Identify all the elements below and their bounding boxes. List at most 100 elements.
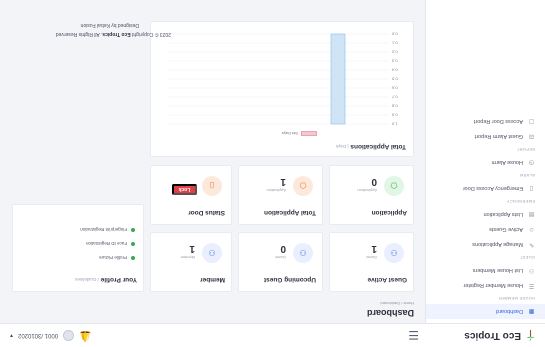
lock-button[interactable]: Lock	[172, 184, 197, 195]
sidebar-item-label: House Member Register	[463, 282, 523, 289]
sidebar-item-dashboard[interactable]: ▦ Dashboard	[426, 304, 545, 319]
page-title: Dashboard	[366, 308, 414, 318]
people-icon: ⚇	[202, 243, 222, 263]
total-application-card: Total Application ⬠ Application 1	[238, 165, 323, 225]
sidebar-item-active-guests[interactable]: ☺ Active Guests	[426, 222, 545, 237]
stat-value: 0	[280, 243, 286, 254]
y-tick-label: 0.7	[391, 95, 397, 100]
document-icon: ▤	[528, 211, 535, 217]
footer-copyright: 2023 © Copyright Eco Tropics. All Rights…	[56, 31, 171, 37]
sidebar-item-label: House Alarm	[491, 159, 524, 166]
sidebar-item-house-alarm[interactable]: ◷ House Alarm	[426, 155, 545, 170]
sidebar-item-label: Emergency Access Door	[462, 185, 523, 192]
menu-toggle-icon[interactable]: ☰	[408, 329, 419, 343]
people-icon: ⚇	[293, 243, 313, 263]
profile-subtitle: / Guidelines	[75, 277, 99, 282]
sidebar-item-label: Active Guests	[489, 226, 523, 233]
y-tick-label: 0.5	[391, 77, 397, 82]
copyright-suffix: . All Rights Reserved	[55, 31, 103, 37]
list-item[interactable]: Face ID Registration	[80, 237, 135, 251]
sidebar-item-house-member-register[interactable]: ☰ House Member Register	[426, 278, 545, 293]
sidebar-section-emergency: EMERGENCY	[506, 199, 535, 204]
application-card: Application ⬠ Application 0	[329, 165, 414, 225]
chart-title: Total Applications | Days	[336, 143, 406, 150]
door-icon: ▯	[202, 176, 222, 196]
brand-name: Eco Tropics	[464, 330, 521, 341]
breadcrumb[interactable]: Home / Dashboard	[380, 301, 414, 306]
notification-bell-icon[interactable]: 🔔	[79, 330, 91, 341]
y-tick-label: 0.4	[391, 68, 397, 73]
upcoming-guest-card: Upcoming Guest ⚇ Guest 0	[238, 232, 323, 292]
chart-title-text: Total Applications	[350, 143, 406, 150]
guest-active-card: Guest Active ⚇ Guest 1	[329, 232, 414, 292]
card-title: Status Door	[188, 209, 225, 216]
profile-title: Your Profile	[100, 276, 137, 283]
sidebar-item-list-house-members[interactable]: ⚇ List House Members	[426, 263, 545, 278]
people-icon: ⚇	[528, 267, 535, 273]
chevron-down-icon[interactable]: ▾	[10, 332, 13, 339]
card-title: Guest Active	[367, 276, 408, 283]
user-icon: ☺	[528, 226, 535, 233]
legend-label: Set Days	[281, 131, 298, 136]
card-title: Application	[371, 209, 407, 216]
footer-developer: Designed by Kebal Fusion	[80, 22, 139, 28]
list-item[interactable]: Profile Picture	[80, 251, 135, 265]
stat-value: 1	[189, 243, 195, 254]
palm-logo-icon	[526, 330, 535, 341]
y-tick-label: 0.2	[391, 50, 397, 55]
stat-value: 1	[371, 243, 377, 254]
people-icon: ⚇	[384, 243, 404, 263]
legend-swatch	[301, 131, 317, 136]
member-card: Member ⚇ Member 1	[150, 232, 232, 292]
card-title: Upcoming Guest	[263, 276, 316, 283]
profile-card: Your Profile / Guidelines Profile Pictur…	[12, 204, 144, 292]
sidebar-section-guest: GUEST	[519, 255, 535, 260]
stat-label: Application	[266, 188, 286, 193]
y-tick-label: 1.0	[391, 122, 397, 127]
sidebar-item-label: Manage Applications	[472, 241, 523, 248]
status-dot-icon	[131, 242, 135, 246]
sidebar-section-alarm: ALARM	[519, 173, 535, 178]
list-item[interactable]: Fingerprint Registration	[80, 223, 135, 237]
stat-label: Application	[357, 188, 377, 193]
user-name[interactable]: 0001 /3010202	[18, 333, 58, 339]
copyright-prefix: 2023 © Copyright	[132, 31, 171, 37]
sidebar-section-report: REPORT	[516, 147, 535, 152]
sidebar-item-guest-alarm-report[interactable]: ⊟ Guest Alarm Report	[426, 129, 545, 144]
sidebar-item-label: List House Members	[472, 267, 523, 274]
copyright-brand: Eco Tropics	[102, 31, 131, 37]
y-tick-label: 0.0	[391, 32, 397, 37]
avatar[interactable]	[63, 330, 75, 341]
report-icon: ▢	[528, 118, 535, 124]
chart-bar[interactable]	[330, 33, 346, 125]
y-tick-label: 0.3	[391, 59, 397, 64]
sidebar-item-label: Guest Alarm Report	[474, 133, 523, 140]
y-tick-label: 0.1	[391, 41, 397, 46]
sidebar-item-label: Dashboard	[496, 308, 523, 315]
chart-legend: Set Days	[282, 131, 317, 136]
alarm-icon: ◷	[528, 159, 535, 165]
card-title: Total Application	[264, 209, 316, 216]
top-bar: Eco Tropics ☰ 🔔 0001 /3010202 ▾	[0, 323, 545, 347]
profile-item-label: Profile Picture	[98, 255, 127, 261]
status-dot-icon	[131, 228, 135, 232]
edit-icon: ✎	[528, 241, 535, 247]
sidebar-item-emergency-access-door[interactable]: ▯ Emergency Access Door	[426, 181, 545, 196]
stat-value: 1	[280, 176, 286, 187]
stat-label: Member	[180, 255, 195, 260]
total-applications-chart: Total Applications | Days Set Days 1.0 0.…	[150, 21, 414, 157]
chart-plot: 1.0 0.9 0.8 0.7 0.6 0.5 0.4 0.3 0.2 0.1 0.0	[167, 32, 398, 127]
y-tick-label: 0.9	[391, 113, 397, 118]
sidebar-item-lists-application[interactable]: ▤ Lists Application	[426, 207, 545, 222]
report-icon: ⊟	[528, 133, 535, 139]
brand[interactable]: Eco Tropics	[425, 330, 545, 341]
stat-label: Guest	[275, 255, 286, 260]
card-title: Your Profile / Guidelines	[75, 276, 137, 283]
y-tick-label: 0.8	[391, 104, 397, 109]
sidebar-item-manage-applications[interactable]: ✎ Manage Applications	[426, 237, 545, 252]
profile-item-label: Fingerprint Registration	[80, 227, 127, 233]
status-door-card: Status Door ▯ Lock	[150, 165, 232, 225]
stat-label: Guest	[366, 255, 377, 260]
y-tick-label: 0.6	[391, 86, 397, 91]
sidebar-item-access-door-report[interactable]: ▢ Access Door Report	[426, 114, 545, 129]
